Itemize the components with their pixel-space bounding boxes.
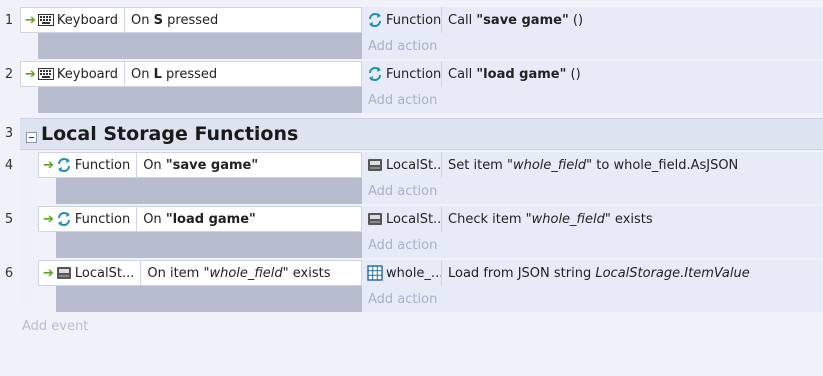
function-icon (56, 157, 72, 173)
action-object: LocalSt... (386, 211, 442, 227)
add-action-button[interactable]: Add action (362, 87, 823, 113)
condition-text: On item "whole_field" exists (147, 265, 331, 281)
keyboard-icon (37, 12, 54, 28)
event-number: 2 (4, 67, 14, 82)
condition[interactable]: ➔ LocalSt... On item "whole_field" exist… (38, 260, 362, 286)
add-event-button[interactable]: Add event (22, 319, 88, 334)
condition[interactable]: ➔ Function On "save game" (38, 152, 362, 178)
array-icon (367, 265, 383, 281)
condition-text: On S pressed (131, 12, 219, 28)
condition-text: On L pressed (131, 66, 218, 82)
event-number: 6 (4, 266, 14, 281)
event-number: 5 (4, 212, 14, 227)
condition-area (56, 286, 362, 312)
arrow-right-icon: ➔ (43, 157, 54, 173)
action-text: Call "load game" () (448, 66, 581, 82)
event-row[interactable]: 5 ➔ Function On "load game" LocalSt... C… (0, 206, 823, 258)
keyboard-icon (37, 66, 54, 82)
event-number: 1 (4, 13, 14, 28)
condition-object: Function (75, 207, 138, 231)
action[interactable]: LocalSt... Check item "whole_field" exis… (362, 206, 823, 232)
action-text: Set item "whole_field" to whole_field.As… (448, 157, 739, 173)
local-storage-icon (56, 265, 72, 281)
condition-area (56, 178, 362, 204)
event-number: 3 (4, 126, 14, 141)
action[interactable]: Function Call "save game" () (362, 7, 823, 33)
condition[interactable]: ➔ Keyboard On L pressed (20, 61, 362, 87)
event-number: 4 (4, 158, 14, 173)
arrow-right-icon: ➔ (43, 211, 54, 227)
action[interactable]: LocalSt... Set item "whole_field" to who… (362, 152, 823, 178)
function-icon (367, 66, 383, 82)
group-title: Local Storage Functions (41, 123, 299, 145)
arrow-right-icon: ➔ (25, 12, 36, 28)
condition-area (56, 232, 362, 258)
condition-text: On "load game" (143, 211, 256, 227)
event-row[interactable]: 6 ➔ LocalSt... On item "whole_field" exi… (0, 260, 823, 312)
local-storage-icon (367, 211, 383, 227)
add-action-button[interactable]: Add action (362, 33, 823, 59)
condition-object: Keyboard (57, 62, 126, 86)
action[interactable]: Function Call "load game" () (362, 61, 823, 87)
action-object: whole_... (386, 265, 442, 281)
add-action-button[interactable]: Add action (362, 286, 823, 312)
condition-object: Keyboard (57, 8, 126, 32)
condition[interactable]: ➔ Keyboard On S pressed (20, 7, 362, 33)
action-object: Function (386, 12, 442, 28)
function-icon (367, 12, 383, 28)
add-action-button[interactable]: Add action (362, 178, 823, 204)
action-text: Load from JSON string LocalStorage.ItemV… (448, 265, 750, 281)
arrow-right-icon: ➔ (25, 66, 36, 82)
event-row[interactable]: 2 ➔ Keyboard On L pressed Function Call … (0, 61, 823, 113)
condition-object: Function (75, 153, 138, 177)
event-row[interactable]: 4 ➔ Function On "save game" LocalSt... S… (0, 152, 823, 204)
action-text: Call "save game" () (448, 12, 584, 28)
action-object: LocalSt... (386, 157, 442, 173)
arrow-right-icon: ➔ (43, 265, 54, 281)
function-icon (56, 211, 72, 227)
local-storage-icon (367, 157, 383, 173)
collapse-icon[interactable] (26, 131, 37, 143)
event-row[interactable]: 1 ➔ Keyboard On S pressed Function Call … (0, 7, 823, 59)
action-object: Function (386, 66, 442, 82)
group-header[interactable]: Local Storage Functions (20, 118, 823, 150)
action[interactable]: whole_... Load from JSON string LocalSto… (362, 260, 823, 286)
add-action-button[interactable]: Add action (362, 232, 823, 258)
condition-object: LocalSt... (75, 261, 142, 285)
action-text: Check item "whole_field" exists (448, 211, 653, 227)
condition-text: On "save game" (143, 157, 259, 173)
condition-area (38, 87, 362, 113)
condition-area (38, 33, 362, 59)
condition[interactable]: ➔ Function On "load game" (38, 206, 362, 232)
